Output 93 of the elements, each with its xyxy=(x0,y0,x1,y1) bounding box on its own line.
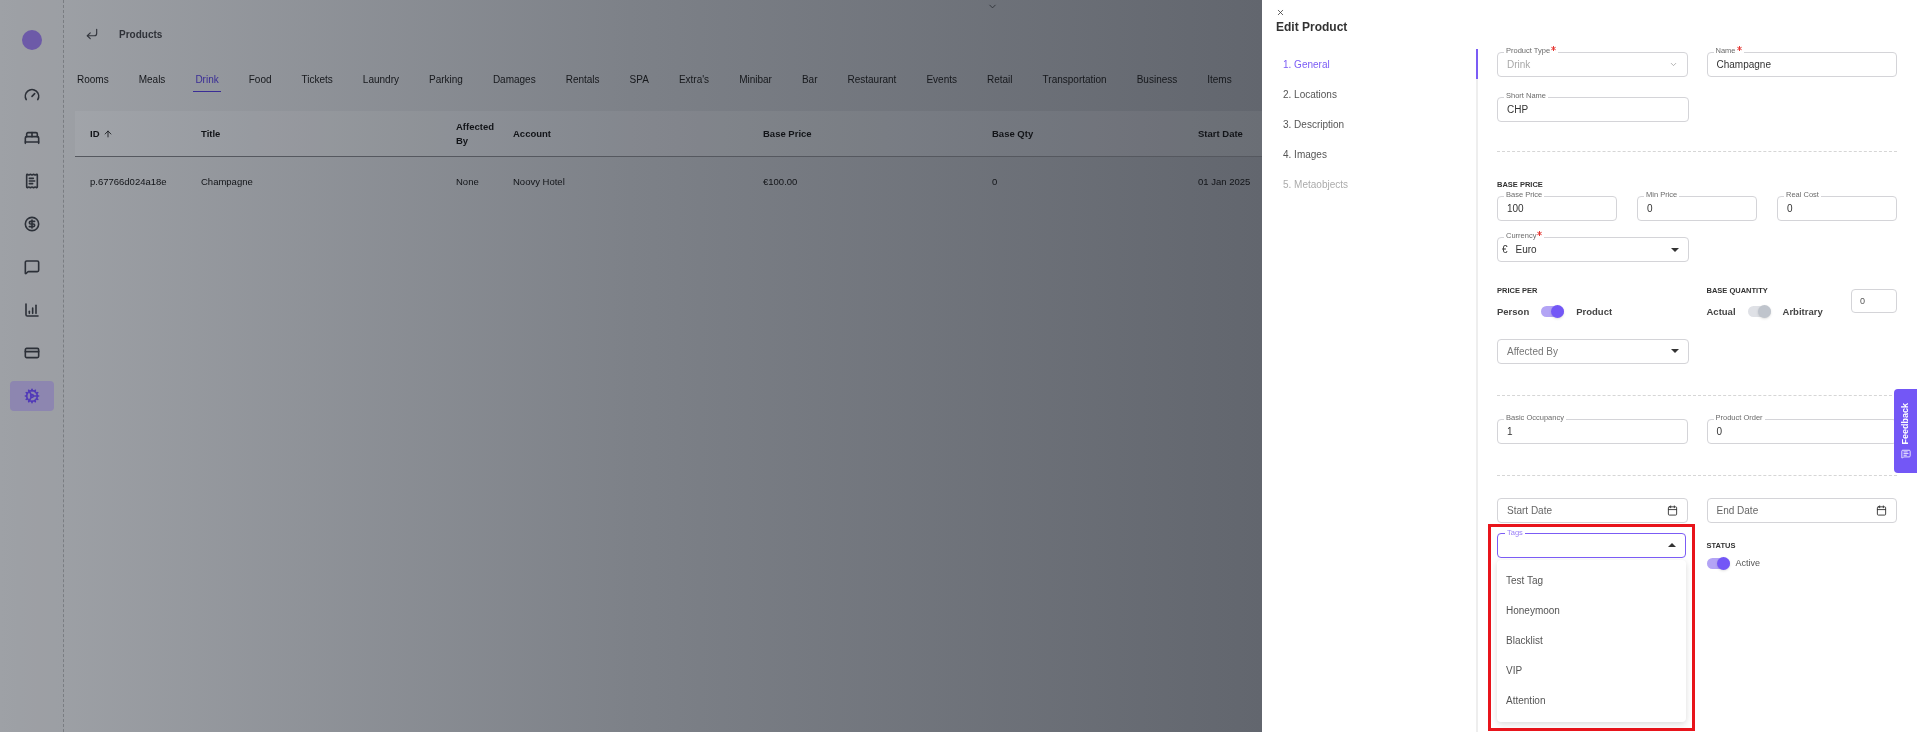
field-value: 0 xyxy=(1860,294,1865,308)
sidebar-icon xyxy=(23,130,40,146)
sidebar-icon xyxy=(23,87,40,103)
sidebar-icon xyxy=(23,302,40,318)
step-link[interactable]: 2. Locations xyxy=(1283,87,1476,102)
step-link[interactable]: 1. General xyxy=(1283,57,1476,72)
affected-by-select[interactable]: Affected By xyxy=(1497,338,1689,364)
category-tab[interactable]: Extra's xyxy=(676,68,712,92)
chevron-icon xyxy=(1668,60,1678,69)
price-per-toggle[interactable] xyxy=(1541,306,1565,318)
field-value: 100 xyxy=(1507,202,1524,217)
category-tab[interactable]: Events xyxy=(924,68,959,92)
sort-arrow-icon xyxy=(102,128,113,139)
back-arrow-icon[interactable] xyxy=(85,27,99,41)
column-header[interactable]: Start Date xyxy=(1198,126,1243,141)
step-link[interactable]: 3. Description xyxy=(1283,117,1476,132)
field-value: 0 xyxy=(1787,202,1793,217)
category-tab[interactable]: Bar xyxy=(799,68,820,92)
currency-symbol: € xyxy=(1502,243,1508,258)
category-tab[interactable]: Transportation xyxy=(1040,68,1109,92)
drawer-title: Edit Product xyxy=(1276,19,1349,36)
category-tab[interactable]: Parking xyxy=(426,68,465,92)
category-tab[interactable]: Rentals xyxy=(563,68,602,92)
step-link[interactable]: 4. Images xyxy=(1283,147,1476,162)
category-tab[interactable]: Tickets xyxy=(299,68,335,92)
calendar-icon xyxy=(1876,504,1887,516)
menu-option[interactable]: VIP xyxy=(1497,655,1686,686)
field-placeholder: Start Date xyxy=(1507,503,1554,518)
field-value: 1 xyxy=(1507,424,1513,439)
category-tab[interactable]: Food xyxy=(246,68,274,92)
short-name-field[interactable]: CHP xyxy=(1497,97,1689,122)
column-header[interactable]: Base Price xyxy=(763,126,812,141)
min-price-field[interactable]: 0 xyxy=(1637,196,1757,222)
table-cell: 01 Jan 2025 xyxy=(1198,176,1251,187)
category-tab[interactable]: Minibar xyxy=(737,68,774,92)
category-tab[interactable]: Business xyxy=(1134,68,1180,92)
menu-option[interactable]: Honeymoon xyxy=(1497,595,1686,626)
category-tab[interactable]: SPA xyxy=(627,68,651,92)
field-value: Euro xyxy=(1515,243,1538,258)
menu-option[interactable]: Attention xyxy=(1497,685,1686,716)
sidebar-icon xyxy=(23,173,40,189)
column-header[interactable]: Affected By xyxy=(456,119,498,148)
column-header[interactable]: Base Qty xyxy=(992,126,1034,141)
toggle-label: Person xyxy=(1497,304,1530,319)
category-tab[interactable]: Meals xyxy=(136,68,168,92)
base-price-field[interactable]: 100 xyxy=(1497,196,1617,222)
toggle-label: Actual xyxy=(1706,304,1736,319)
column-header[interactable]: ID xyxy=(90,126,113,141)
category-tab[interactable]: Restaurant xyxy=(845,68,899,92)
dropdown-caret-icon xyxy=(1671,349,1679,354)
real-cost-field[interactable]: 0 xyxy=(1777,196,1897,222)
table-cell: p.67766d024a18e xyxy=(90,176,167,187)
calendar-icon xyxy=(1666,504,1678,516)
field-value: Champagne xyxy=(1716,58,1771,72)
field-value: CHP xyxy=(1507,103,1529,117)
field-value: 0 xyxy=(1716,424,1723,439)
toggle-label: Product xyxy=(1576,304,1613,319)
close-icon[interactable] xyxy=(1276,8,1285,17)
sidebar-icon xyxy=(23,216,40,232)
category-tab[interactable]: Drink xyxy=(193,68,221,92)
category-tab[interactable]: Damages xyxy=(490,68,538,92)
feedback-tab[interactable]: Feedback xyxy=(1894,389,1917,473)
category-tab[interactable]: Items xyxy=(1205,68,1234,92)
table-cell: €100.00 xyxy=(763,176,798,187)
menu-option[interactable]: Blacklist xyxy=(1497,625,1686,656)
page-title: Products xyxy=(119,27,163,42)
feedback-icon xyxy=(1900,448,1911,459)
category-tab[interactable]: Retail xyxy=(985,68,1015,92)
sidebar-icon xyxy=(23,345,40,361)
table-cell: None xyxy=(456,176,479,187)
column-header[interactable]: Title xyxy=(201,126,221,141)
category-tab[interactable]: Laundry xyxy=(360,68,401,92)
toggle-label: Active xyxy=(1735,557,1760,570)
sidebar-item[interactable] xyxy=(9,381,54,411)
start-date-field[interactable]: Start Date xyxy=(1497,497,1688,523)
toggle-label: Arbitrary xyxy=(1782,304,1823,319)
field-value: 0 xyxy=(1647,202,1653,217)
status-toggle[interactable] xyxy=(1706,558,1730,570)
table-cell: Champagne xyxy=(201,176,253,187)
menu-option[interactable]: Test Tag xyxy=(1497,565,1686,596)
end-date-field[interactable]: End Date xyxy=(1706,497,1897,523)
select-placeholder: Affected By xyxy=(1507,344,1559,359)
field-value: Drink xyxy=(1507,58,1532,72)
table-cell: 0 xyxy=(992,176,998,187)
column-header[interactable]: Account xyxy=(513,126,551,141)
name-field[interactable]: Champagne xyxy=(1706,52,1897,77)
dropdown-caret-icon xyxy=(1667,543,1676,548)
category-tab[interactable]: Rooms xyxy=(75,68,111,92)
field-placeholder: End Date xyxy=(1716,503,1760,518)
sidebar-icon xyxy=(23,259,40,275)
dropdown-caret-icon xyxy=(1671,247,1679,252)
table-cell: Noovy Hotel xyxy=(513,176,565,187)
sidebar-icon xyxy=(23,388,40,404)
